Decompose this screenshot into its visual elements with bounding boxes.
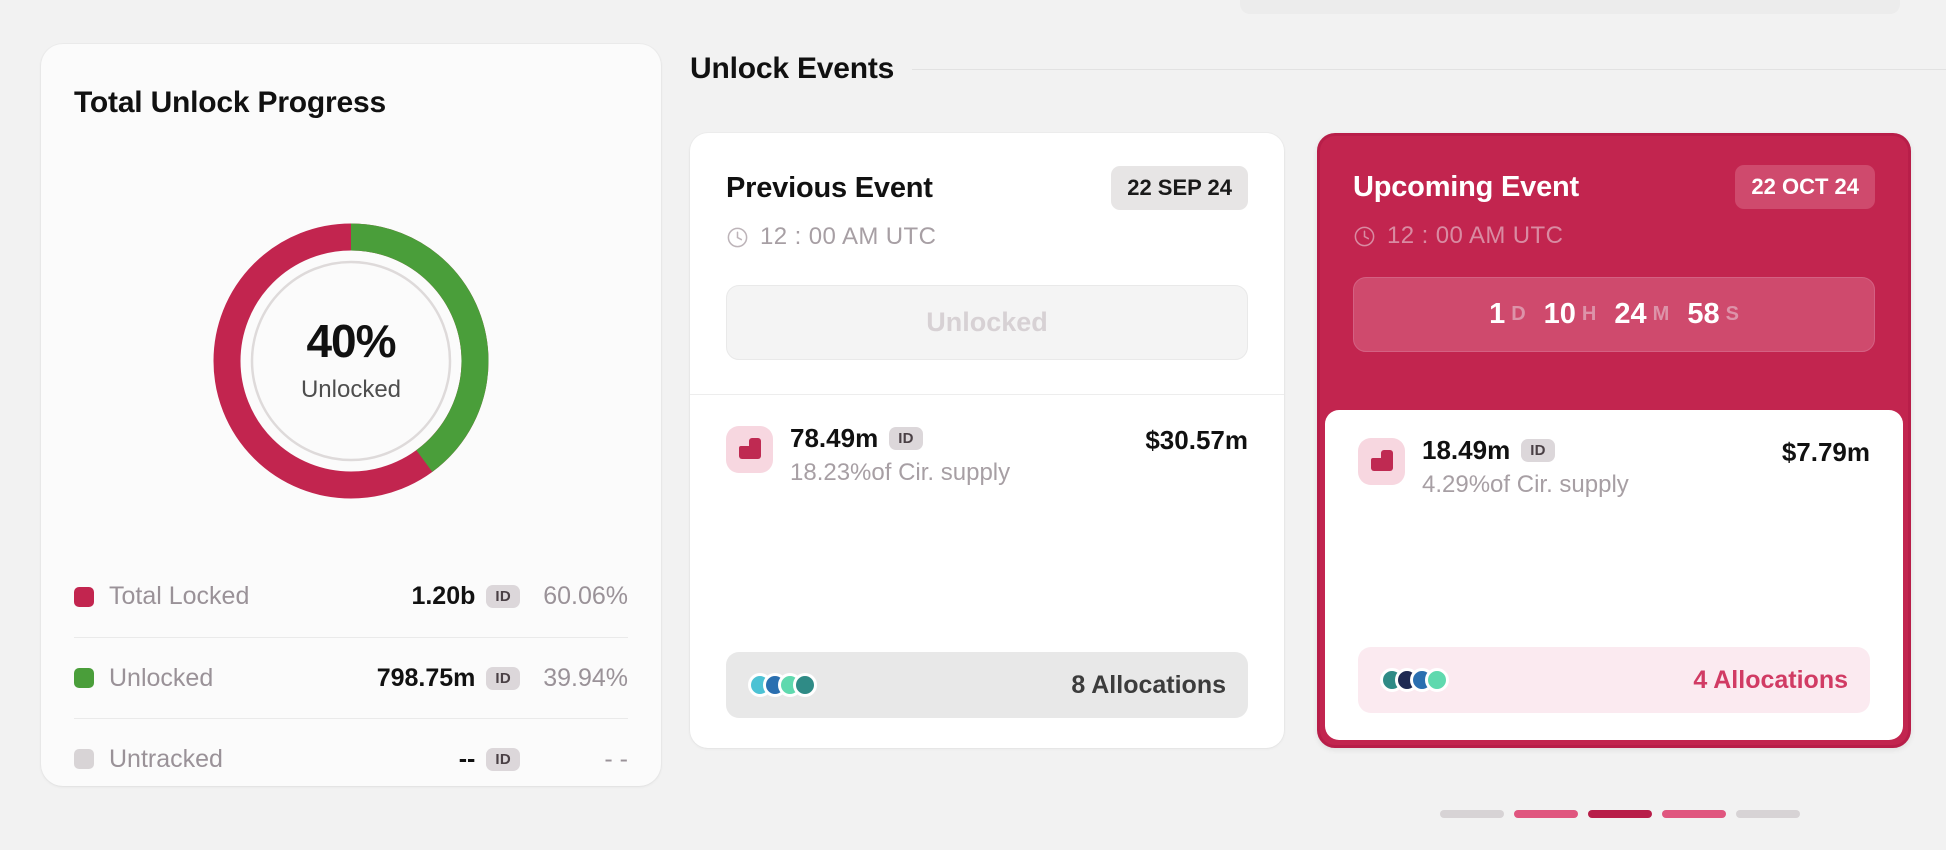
countdown-seconds-unit: S xyxy=(1725,303,1739,325)
pagination-bar-4[interactable] xyxy=(1662,810,1726,818)
countdown-hours-unit: H xyxy=(1581,303,1597,325)
token-logo-icon xyxy=(726,426,773,473)
event-cards-row: Previous Event 22 SEP 24 12 : 00 AM UTC … xyxy=(690,133,1911,748)
donut-sublabel: Unlocked xyxy=(300,376,402,403)
upcoming-event-inner-panel: 18.49m ID 4.29%of Cir. supply $7.79m 4 A… xyxy=(1325,410,1903,740)
allocation-avatars xyxy=(748,673,817,697)
legend-percent: 60.06% xyxy=(543,582,628,610)
upcoming-token-usd: $7.79m xyxy=(1781,437,1870,467)
countdown-days-unit: D xyxy=(1511,303,1526,325)
countdown-timer: 1 D 10 H 24 M 58 S xyxy=(1353,277,1875,352)
id-chip[interactable]: ID xyxy=(486,747,520,771)
previous-allocations-bar[interactable]: 8 Allocations xyxy=(726,652,1248,718)
pagination-bar-3-active[interactable] xyxy=(1588,810,1652,818)
countdown-minutes: 24 xyxy=(1614,298,1647,330)
legend-row-untracked[interactable]: Untracked -- ID - - xyxy=(74,718,628,799)
previous-token-usd: $30.57m xyxy=(1145,425,1248,455)
countdown-days: 1 xyxy=(1489,298,1506,330)
previous-event-status: Unlocked xyxy=(926,307,1048,337)
legend-value: 798.75m xyxy=(376,663,476,692)
swatch-untracked xyxy=(74,749,94,769)
token-logo-icon xyxy=(1358,438,1405,485)
swatch-unlocked xyxy=(74,668,94,688)
upcoming-event-name: Upcoming Event xyxy=(1353,170,1579,203)
legend-label: Untracked xyxy=(109,744,223,773)
upcoming-allocations-count: 4 Allocations xyxy=(1693,665,1848,694)
previous-event-body: 78.49m ID 18.23%of Cir. supply $30.57m xyxy=(690,395,1284,487)
previous-event-header: Previous Event 22 SEP 24 12 : 00 AM UTC xyxy=(690,133,1284,251)
legend-percent: 39.94% xyxy=(543,663,628,692)
upcoming-token-supply: 4.29%of Cir. supply xyxy=(1422,471,1629,498)
swatch-total-locked xyxy=(74,586,94,607)
legend-value: -- xyxy=(458,744,476,773)
legend-percent: - - xyxy=(604,744,628,773)
clock-icon xyxy=(1354,226,1375,246)
previous-allocations-count: 8 Allocations xyxy=(1071,670,1226,699)
previous-event-date-badge: 22 SEP 24 xyxy=(1111,166,1248,210)
id-chip[interactable]: ID xyxy=(1521,439,1555,462)
legend-label: Unlocked xyxy=(109,663,214,692)
legend-row-total-locked[interactable]: Total Locked 1.20b ID 60.06% xyxy=(74,556,628,637)
upcoming-event-header: Upcoming Event 22 OCT 24 12 : 00 AM UTC xyxy=(1320,136,1908,250)
upcoming-event-body: 18.49m ID 4.29%of Cir. supply $7.79m xyxy=(1325,410,1903,499)
previous-event-name: Previous Event xyxy=(726,171,933,204)
allocation-dot xyxy=(1425,668,1449,692)
previous-event-time: 12 : 00 AM UTC xyxy=(760,223,937,250)
pagination-bar-1[interactable] xyxy=(1440,810,1504,818)
total-unlock-progress-card: Total Unlock Progress 40% Unlocked Total… xyxy=(41,44,661,786)
allocation-dot xyxy=(793,673,817,697)
clock-icon xyxy=(727,227,748,247)
previous-token-supply: 18.23%of Cir. supply xyxy=(790,459,1011,486)
id-chip[interactable]: ID xyxy=(486,666,520,690)
top-strip xyxy=(1240,0,1900,14)
id-chip[interactable]: ID xyxy=(889,427,923,450)
legend-label: Total Locked xyxy=(109,582,250,610)
previous-event-status-box: Unlocked xyxy=(726,285,1248,360)
allocation-avatars xyxy=(1380,668,1449,692)
upcoming-token-amount: 18.49m xyxy=(1422,435,1511,465)
id-chip[interactable]: ID xyxy=(486,585,520,608)
donut-center-label: 40% Unlocked xyxy=(206,216,496,506)
previous-event-card[interactable]: Previous Event 22 SEP 24 12 : 00 AM UTC … xyxy=(690,133,1284,748)
token-row: 18.49m ID 4.29%of Cir. supply $7.79m xyxy=(1358,435,1870,499)
upcoming-allocations-bar[interactable]: 4 Allocations xyxy=(1358,647,1870,713)
header-divider xyxy=(912,68,1946,70)
section-title: Unlock Events xyxy=(690,52,895,85)
page-title: Total Unlock Progress xyxy=(74,86,386,119)
unlock-events-header: Unlock Events xyxy=(690,52,1946,86)
countdown-minutes-unit: M xyxy=(1652,303,1670,325)
token-row: 78.49m ID 18.23%of Cir. supply $30.57m xyxy=(726,423,1248,487)
countdown-hours: 10 xyxy=(1543,298,1576,330)
upcoming-event-date-badge: 22 OCT 24 xyxy=(1735,165,1875,209)
legend-row-unlocked[interactable]: Unlocked 798.75m ID 39.94% xyxy=(74,637,628,718)
pagination-bar-5[interactable] xyxy=(1736,810,1800,818)
donut-percent: 40% xyxy=(306,315,396,367)
upcoming-event-card[interactable]: Upcoming Event 22 OCT 24 12 : 00 AM UTC … xyxy=(1317,133,1911,748)
pagination-bar-2[interactable] xyxy=(1514,810,1578,818)
countdown-seconds: 58 xyxy=(1687,298,1720,330)
legend-value: 1.20b xyxy=(411,582,476,610)
unlock-donut-chart: 40% Unlocked xyxy=(206,216,496,506)
previous-token-amount: 78.49m xyxy=(790,423,879,453)
unlock-dashboard: Total Unlock Progress 40% Unlocked Total… xyxy=(0,0,1946,850)
carousel-pagination xyxy=(1440,810,1800,818)
upcoming-event-time: 12 : 00 AM UTC xyxy=(1387,222,1564,249)
legend: Total Locked 1.20b ID 60.06% Unlocked 79… xyxy=(74,556,628,799)
